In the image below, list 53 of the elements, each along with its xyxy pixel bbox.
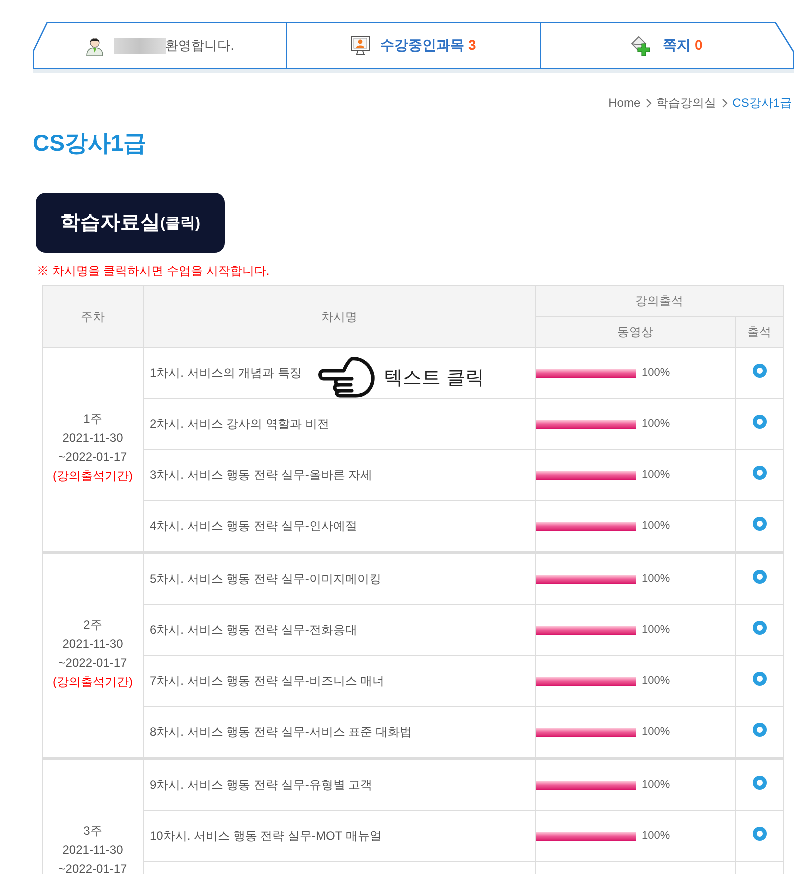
date-text: ~2022-01-17 [58, 861, 128, 874]
lesson-title-link[interactable]: 10차시. 서비스 행동 전략 실무-MOT 매뉴얼 [150, 827, 382, 845]
breadcrumb-link[interactable]: CS강사1급 [732, 94, 792, 112]
progress-reading: 100% [642, 674, 670, 689]
page-title: CS강사1급 [33, 129, 147, 157]
week-label: 3주 [84, 823, 102, 840]
envelope-plus-icon [631, 36, 652, 56]
column-header: 차시명 [144, 286, 536, 348]
column-header: 동영상 [536, 317, 736, 348]
progress-reading: 100% [642, 778, 670, 793]
blurred-name-block [114, 38, 166, 54]
notice-text: ※ 차시명을 클릭하시면 수업을 시작합니다. [37, 264, 270, 278]
date-text: 2021-11-30 [62, 636, 124, 653]
courses-link[interactable]: 수강중인과목 3 [380, 35, 476, 56]
lesson-title-link[interactable]: 8차시. 서비스 행동 전략 실무-서비스 표준 대화법 [150, 723, 412, 741]
period-note: (강의출석기간) [53, 468, 133, 485]
progress-reading: 100% [642, 416, 670, 432]
pointing-hand-icon [318, 356, 376, 399]
period-note: (강의출석기간) [53, 674, 133, 691]
week-label: 1주 [84, 411, 102, 428]
progress-reading: 100% [642, 468, 670, 483]
lesson-title-link[interactable]: 7차시. 서비스 행동 전략 실무-비즈니스 매너 [150, 672, 385, 690]
breadcrumb-link[interactable]: Home [608, 94, 641, 112]
column-header: 강의출석 [536, 286, 783, 317]
week-label: 2주 [84, 617, 102, 634]
column-header: 출석 [736, 317, 783, 348]
progress-reading: 100% [642, 724, 670, 740]
chevron-right-icon [646, 98, 652, 108]
date-text: ~2022-01-17 [58, 449, 128, 466]
annotation-text: 텍스트 클릭 [384, 367, 484, 392]
progress-reading: 100% [642, 622, 670, 638]
chevron-right-icon [722, 98, 728, 108]
progress-reading: 100% [642, 828, 670, 844]
monitor-person-icon [350, 36, 370, 55]
progress-reading: 100% [642, 518, 670, 534]
lesson-title-link[interactable]: 6차시. 서비스 행동 전략 실무-전화응대 [150, 621, 358, 639]
user-avatar-icon [86, 36, 104, 56]
welcome-text: 환영합니다. [166, 36, 234, 55]
study-materials-button[interactable]: 학습자료실(클릭) [36, 193, 225, 253]
messages-link[interactable]: 쪽지 0 [663, 35, 703, 56]
breadcrumb-link[interactable]: 학습강의실 [656, 94, 717, 112]
progress-reading: 100% [642, 572, 670, 587]
lesson-title-link[interactable]: 5차시. 서비스 행동 전략 실무-이미지메이킹 [150, 570, 382, 588]
date-text: 2021-11-30 [62, 430, 124, 447]
lesson-title-link[interactable]: 1차시. 서비스의 개념과 특징 [150, 364, 302, 382]
column-header: 주차 [43, 286, 144, 348]
date-text: ~2022-01-17 [58, 655, 128, 672]
lesson-title-link[interactable]: 4차시. 서비스 행동 전략 실무-인사예절 [150, 517, 358, 535]
date-text: 2021-11-30 [62, 842, 124, 859]
lesson-title-link[interactable]: 3차시. 서비스 행동 전략 실무-올바른 자세 [150, 466, 373, 484]
progress-reading: 100% [642, 366, 670, 381]
lesson-title-link[interactable]: 9차시. 서비스 행동 전략 실무-유형별 고객 [150, 776, 373, 794]
lesson-title-link[interactable]: 2차시. 서비스 강사의 역할과 비전 [150, 415, 330, 433]
